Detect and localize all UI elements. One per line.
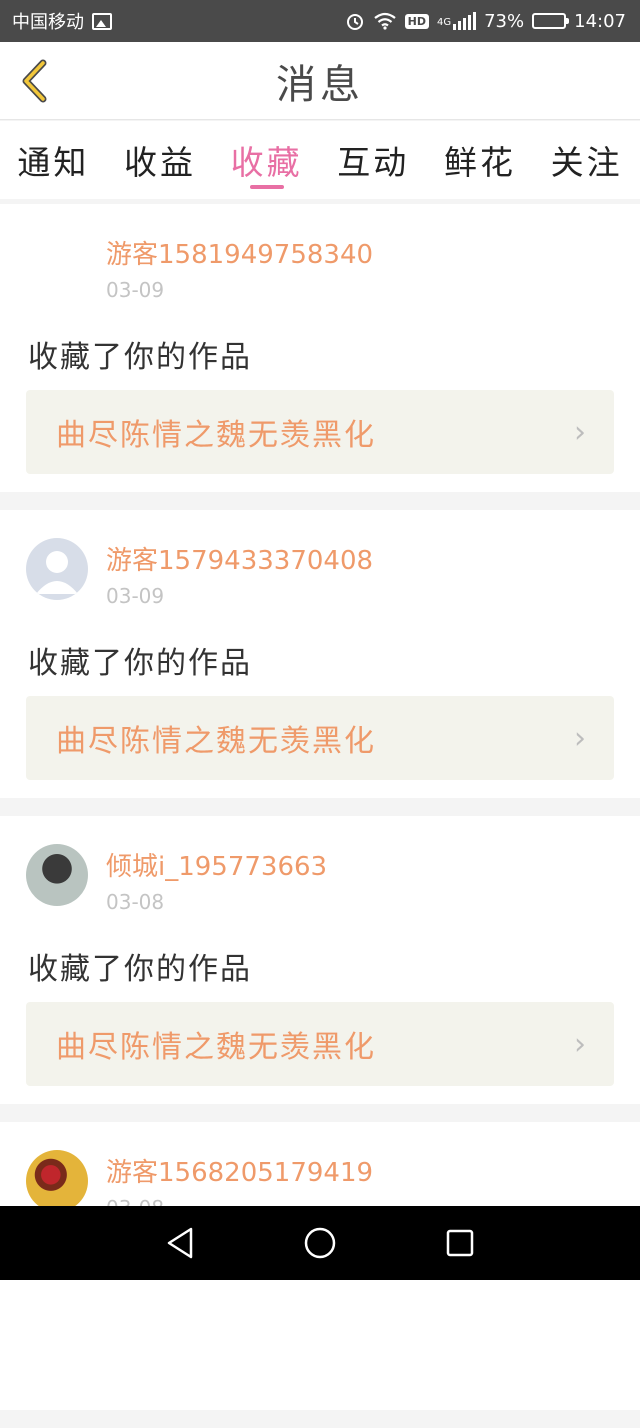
tab-flowers[interactable]: 鲜花 xyxy=(440,121,520,199)
tab-bar: 通知 收益 收藏 互动 鲜花 关注 xyxy=(0,121,640,199)
avatar[interactable] xyxy=(26,844,88,906)
chevron-right-icon: › xyxy=(574,414,586,450)
tab-interactions[interactable]: 互动 xyxy=(333,121,413,199)
header: 消息 xyxy=(0,42,640,120)
status-bar: 中国移动 HD 4G 73% 14:07 xyxy=(0,0,640,42)
message-card: 游客1581949758340 03-09 收藏了你的作品 曲尽陈情之魏无羡黑化… xyxy=(0,204,640,492)
work-title: 曲尽陈情之魏无羡黑化 xyxy=(56,418,376,453)
tab-label: 通知 xyxy=(17,143,90,182)
tab-notifications[interactable]: 通知 xyxy=(13,121,93,199)
tab-label: 互动 xyxy=(337,143,410,182)
battery-percent: 73% xyxy=(484,10,525,32)
system-nav-bar xyxy=(0,1206,640,1280)
work-title: 曲尽陈情之魏无羡黑化 xyxy=(56,724,376,759)
signal-icon xyxy=(453,12,477,30)
tab-follows[interactable]: 关注 xyxy=(547,121,627,199)
action-text: 收藏了你的作品 xyxy=(28,952,252,987)
username[interactable]: 倾城i_195773663 xyxy=(106,846,327,883)
active-tab-indicator xyxy=(249,185,284,189)
nav-back-button[interactable] xyxy=(160,1223,200,1263)
avatar[interactable] xyxy=(26,1150,88,1212)
username[interactable]: 游客1581949758340 xyxy=(106,234,373,271)
work-title: 曲尽陈情之魏无羡黑化 xyxy=(56,1030,376,1065)
action-text: 收藏了你的作品 xyxy=(28,340,252,375)
message-date: 03-09 xyxy=(106,278,165,302)
avatar[interactable] xyxy=(26,538,88,600)
wifi-icon xyxy=(373,12,396,30)
action-text: 收藏了你的作品 xyxy=(28,646,252,681)
message-date: 03-08 xyxy=(106,890,165,914)
chevron-right-icon: › xyxy=(574,1026,586,1062)
nav-recents-button[interactable] xyxy=(440,1223,480,1263)
avatar[interactable] xyxy=(26,232,88,294)
message-date: 03-09 xyxy=(106,584,165,608)
square-recents-icon xyxy=(446,1229,474,1257)
alarm-icon xyxy=(346,14,363,30)
message-card: 倾城i_195773663 03-08 收藏了你的作品 曲尽陈情之魏无羡黑化 › xyxy=(0,816,640,1104)
circle-home-icon xyxy=(304,1227,336,1259)
tab-label: 关注 xyxy=(550,143,623,182)
message-card: 游客1579433370408 03-09 收藏了你的作品 曲尽陈情之魏无羡黑化… xyxy=(0,510,640,798)
tab-label: 收藏 xyxy=(230,143,303,182)
nav-home-button[interactable] xyxy=(300,1223,340,1263)
work-link[interactable]: 曲尽陈情之魏无羡黑化 › xyxy=(26,1002,614,1086)
clock: 14:07 xyxy=(574,10,626,32)
chevron-left-icon xyxy=(22,59,47,103)
tab-label: 收益 xyxy=(123,143,196,182)
battery-icon xyxy=(532,13,570,29)
work-link[interactable]: 曲尽陈情之魏无羡黑化 › xyxy=(26,696,614,780)
tab-earnings[interactable]: 收益 xyxy=(120,121,200,199)
tab-label: 鲜花 xyxy=(443,143,516,182)
hd-badge: HD xyxy=(404,13,429,29)
carrier-label: 中国移动 xyxy=(12,12,84,33)
network-type: 4G xyxy=(436,16,452,28)
username[interactable]: 游客1568205179419 xyxy=(106,1152,373,1189)
tab-favorites[interactable]: 收藏 xyxy=(227,121,307,199)
triangle-back-icon xyxy=(167,1227,193,1259)
default-avatar-icon xyxy=(36,551,78,594)
back-button[interactable] xyxy=(14,56,54,106)
image-notification-icon xyxy=(92,12,112,30)
work-link[interactable]: 曲尽陈情之魏无羡黑化 › xyxy=(26,390,614,474)
username[interactable]: 游客1579433370408 xyxy=(106,540,373,577)
chevron-right-icon: › xyxy=(574,720,586,756)
page-title: 消息 xyxy=(276,61,364,108)
